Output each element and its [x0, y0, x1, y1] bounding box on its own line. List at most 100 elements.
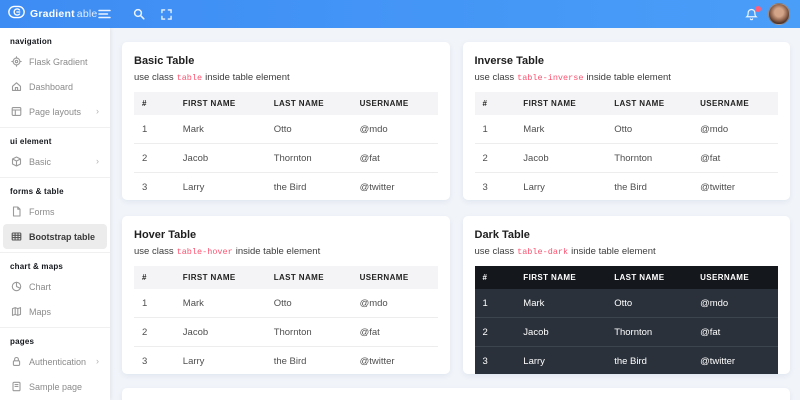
- sidebar-item-basic[interactable]: Basic ›: [3, 149, 107, 174]
- notifications-button[interactable]: [745, 5, 761, 21]
- table-cell: the Bird: [606, 346, 693, 374]
- sidebar-item-label: Forms: [29, 206, 55, 217]
- table-cell: the Bird: [606, 172, 693, 200]
- table-cell: Thornton: [265, 317, 352, 347]
- section-label: forms & table: [10, 187, 64, 196]
- brand[interactable]: Gradient able: [0, 5, 98, 24]
- table-cell: Larry: [515, 346, 607, 374]
- sidebar-item-forms[interactable]: Forms: [3, 199, 107, 224]
- card-description: use class table inside table element: [134, 72, 290, 83]
- home-icon: [11, 81, 22, 92]
- file-icon: [11, 206, 22, 217]
- table-row: 3 Larry the Bird @twitter: [134, 346, 438, 374]
- table-cell: Jacob: [174, 143, 266, 173]
- sidebar-item-flask-gradient[interactable]: Flask Gradient: [3, 49, 107, 74]
- menu-toggle-button[interactable]: [98, 9, 111, 19]
- card-description: use class table-inverse inside table eleme…: [474, 72, 671, 83]
- sidebar-item-bootstrap-table[interactable]: Bootstrap table: [3, 224, 107, 249]
- sidebar: navigation Flask Gradient Dashboard Page…: [0, 28, 110, 400]
- section-label: pages: [10, 337, 35, 346]
- table-cell: 1: [482, 123, 488, 135]
- table-cell: Otto: [273, 297, 292, 309]
- table-cell: @mdo: [700, 123, 729, 135]
- column-header: FIRST NAME: [515, 92, 607, 115]
- table-cell: @fat: [692, 317, 778, 347]
- search-icon: [133, 8, 145, 20]
- sidebar-item-sample-page[interactable]: Sample page: [3, 374, 107, 399]
- table-cell: Larry: [515, 172, 607, 200]
- sidebar-item-dashboard[interactable]: Dashboard: [3, 74, 107, 99]
- card-description: use class table-hover inside table element: [134, 246, 321, 257]
- card-dark-table: Dark Table use class table-dark inside tab…: [462, 216, 790, 374]
- sidebar-item-page-layouts[interactable]: Page layouts ›: [3, 99, 107, 124]
- table-cell: Otto: [614, 123, 633, 135]
- sidebar-item-label: Bootstrap table: [29, 231, 96, 242]
- gear-icon: [11, 56, 22, 67]
- table-cell: 1: [142, 123, 148, 135]
- column-header: #: [474, 92, 516, 115]
- sidebar-item-label: Maps: [29, 306, 52, 317]
- table-cell: Mark: [182, 297, 204, 309]
- hamburger-icon: [98, 9, 111, 19]
- fullscreen-icon: [161, 8, 172, 20]
- table-head: # FIRST NAME LAST NAME USERNAME: [134, 266, 438, 289]
- fullscreen-button[interactable]: [161, 8, 172, 20]
- sidebar-item-label: Flask Gradient: [29, 56, 88, 67]
- chevron-right-icon: ›: [96, 156, 99, 166]
- column-header: LAST NAME: [606, 266, 693, 289]
- card-title: Dark Table: [474, 229, 530, 241]
- top-header: Gradient able: [0, 0, 800, 28]
- basic-table: # FIRST NAME LAST NAME USERNAME 1 Mark Ott…: [134, 92, 438, 200]
- table-cell: 2: [474, 143, 516, 173]
- table-head: # FIRST NAME LAST NAME USERNAME: [474, 266, 778, 289]
- table-cell: the Bird: [265, 172, 352, 200]
- map-icon: [11, 306, 22, 317]
- sidebar-item-chart[interactable]: Chart: [3, 274, 107, 299]
- user-avatar[interactable]: [768, 3, 790, 25]
- column-header: USERNAME: [692, 92, 778, 115]
- card-description: use class table-dark inside table element: [474, 246, 656, 257]
- sidebar-section-ui-element: ui element Basic ›: [0, 127, 110, 177]
- table-cell: Thornton: [265, 143, 352, 173]
- sidebar-item-maps[interactable]: Maps: [3, 299, 107, 324]
- table-cell: 3: [474, 346, 516, 374]
- table-row: 2 Jacob Thornton @fat: [474, 143, 778, 173]
- table-cell: Thornton: [606, 317, 693, 347]
- sidebar-item-label: Dashboard: [29, 81, 74, 92]
- hover-table: # FIRST NAME LAST NAME USERNAME 1 Mark Ott…: [134, 266, 438, 374]
- table-row: 1 Mark Otto @mdo: [134, 289, 438, 318]
- table-row: 2 Jacob Thornton @fat: [134, 317, 438, 347]
- table-cell: 2: [474, 317, 516, 347]
- table-row: 1 Mark Otto @mdo: [474, 289, 778, 318]
- sidebar-item-authentication[interactable]: Authentication ›: [3, 349, 107, 374]
- brand-title: Gradient able: [30, 8, 98, 20]
- card-hover-table: Hover Table use class table-hover inside t…: [122, 216, 450, 374]
- table-cell: @twitter: [351, 346, 438, 374]
- table-cell: 1: [142, 297, 148, 309]
- page-icon: [11, 381, 22, 392]
- search-button[interactable]: [133, 8, 145, 20]
- code-snippet: table-inverse: [517, 73, 584, 83]
- table-cell: 3: [134, 346, 175, 374]
- column-header: LAST NAME: [606, 92, 693, 115]
- sidebar-item-label: Page layouts: [29, 106, 82, 117]
- card-title: Basic Table: [134, 55, 195, 67]
- card-inverse-table: Inverse Table use class table-inverse insi…: [462, 42, 790, 200]
- column-header: LAST NAME: [265, 92, 352, 115]
- table-cell: @fat: [351, 143, 438, 173]
- column-header: LAST NAME: [265, 266, 352, 289]
- table-head: # FIRST NAME LAST NAME USERNAME: [134, 92, 438, 115]
- table-cell: Mark: [515, 289, 607, 318]
- notification-dot: [755, 5, 761, 12]
- column-header: USERNAME: [692, 266, 778, 289]
- card-partial-bottom: [122, 388, 790, 400]
- sidebar-item-label: Basic: [29, 156, 52, 167]
- table-row: 3 Larry the Bird @twitter: [134, 172, 438, 200]
- table-cell: 2: [134, 143, 175, 173]
- column-header: USERNAME: [351, 266, 438, 289]
- chevron-right-icon: ›: [96, 356, 99, 366]
- table-body: 1 Mark Otto @mdo 2 Jacob Thornton @fat 3 Larry the…: [134, 115, 438, 200]
- column-header: FIRST NAME: [515, 266, 607, 289]
- code-snippet: table: [176, 73, 203, 83]
- table-cell: Mark: [523, 123, 545, 135]
